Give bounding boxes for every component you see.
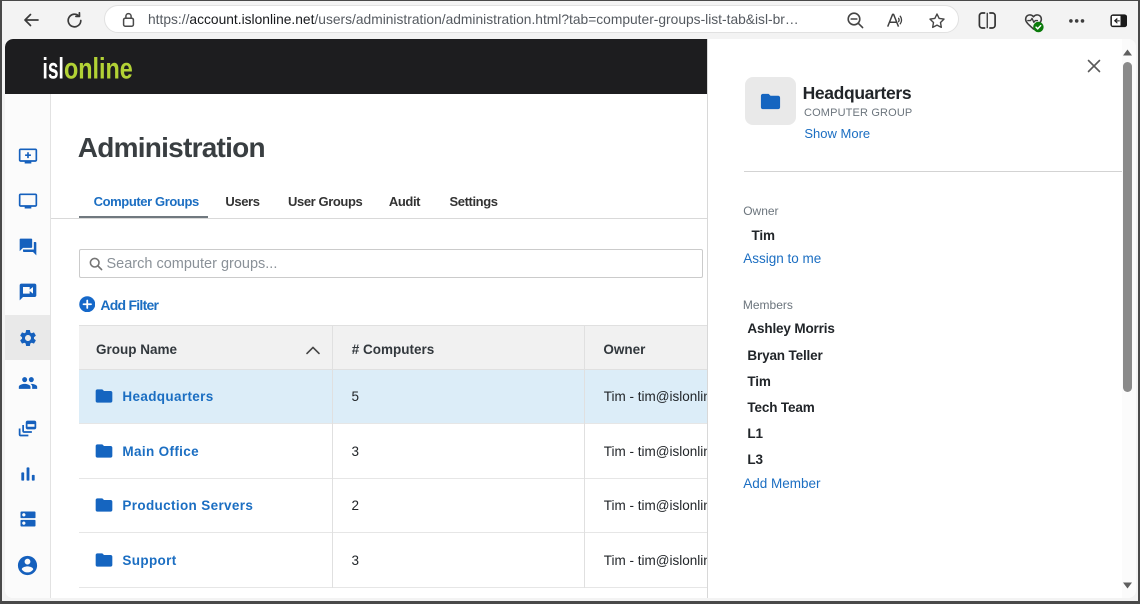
svg-text:isl: isl bbox=[43, 53, 64, 86]
svg-text:online: online bbox=[64, 53, 133, 86]
